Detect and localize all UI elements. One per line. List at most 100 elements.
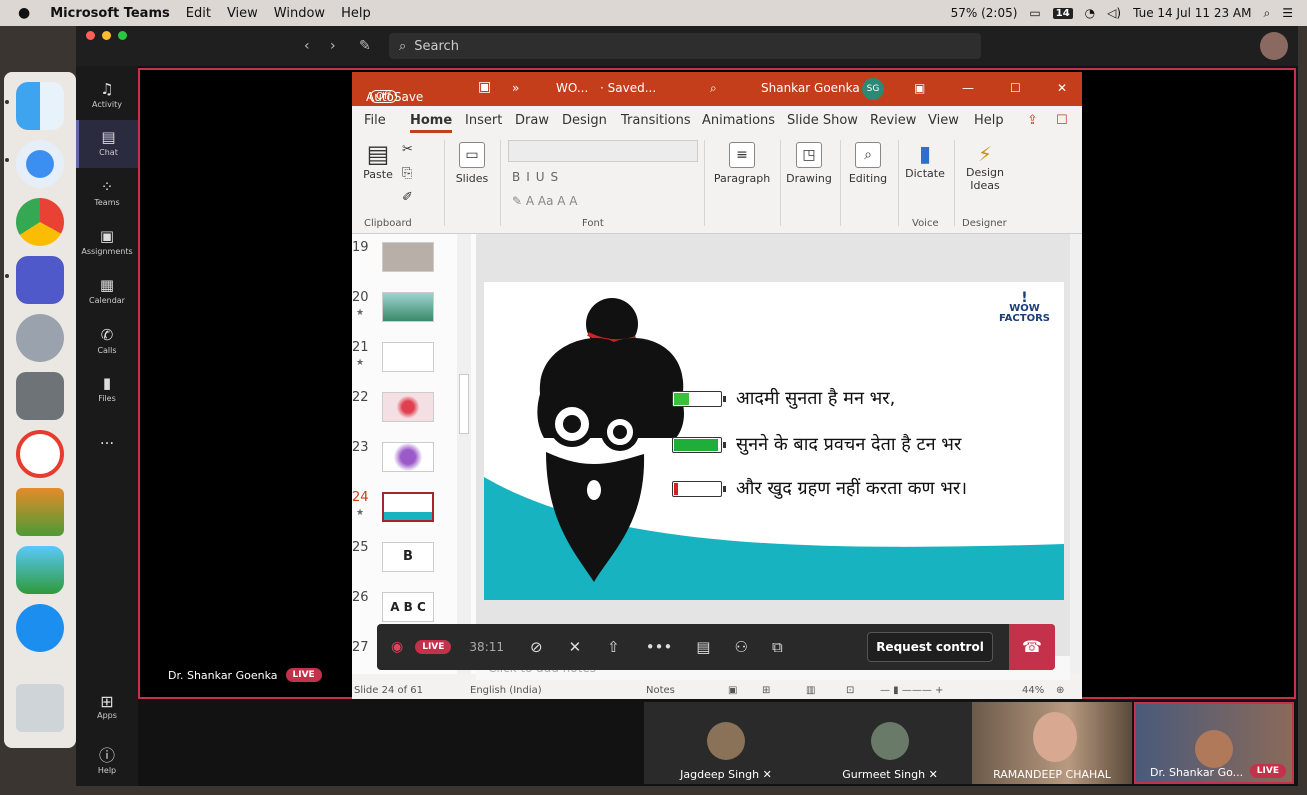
tab-draw[interactable]: Draw (515, 113, 549, 128)
ribbon-display-icon[interactable]: ▣ (914, 81, 925, 95)
tab-help[interactable]: Help (974, 113, 1004, 128)
hang-up-button[interactable]: ☎ (1009, 624, 1055, 670)
more-commands-icon[interactable]: » (512, 81, 519, 95)
participant-tile[interactable]: Jagdeep Singh ✕ (644, 702, 808, 784)
sorter-view-icon[interactable]: ⊞ (762, 685, 770, 696)
language[interactable]: English (India) (470, 685, 542, 696)
save-icon[interactable]: ▣ (478, 79, 491, 95)
spotlight-icon[interactable]: ⌕ (1264, 6, 1271, 21)
search-icon[interactable]: ⌕ (710, 81, 717, 96)
menu-window[interactable]: Window (274, 6, 325, 21)
compose-icon[interactable]: ✎ (359, 38, 371, 54)
copy-icon[interactable]: ⎘ (402, 166, 412, 181)
safari-icon[interactable] (16, 140, 64, 188)
slide-thumbnail[interactable] (382, 342, 434, 372)
comments-icon[interactable]: ☐ (1056, 113, 1068, 128)
rail-calendar[interactable]: ▦ Calendar (76, 268, 138, 316)
search-input[interactable]: ⌕ Search (389, 33, 981, 59)
zoom-slider[interactable]: — ▮ ——— + (880, 685, 943, 696)
slide-thumbnail[interactable] (382, 242, 434, 272)
rail-apps[interactable]: ⊞ Apps (76, 692, 138, 720)
tab-slide-show[interactable]: Slide Show (787, 113, 858, 128)
rail-assignments[interactable]: ▣ Assignments (76, 219, 138, 267)
tab-transitions[interactable]: Transitions (621, 113, 691, 128)
slide-thumbnail[interactable] (382, 292, 434, 322)
clock[interactable]: Tue 14 Jul 11 23 AM (1133, 6, 1251, 20)
slide-thumbnail[interactable] (382, 442, 434, 472)
chat-panel-icon[interactable]: ▤ (696, 638, 710, 656)
dictate-button[interactable]: ▮ Dictate (902, 142, 948, 180)
breakout-rooms-icon[interactable]: ⧉ (772, 638, 783, 656)
menu-app-name[interactable]: Microsoft Teams (50, 6, 170, 21)
battery-status[interactable]: 57% (2:05) (951, 6, 1018, 20)
zoom-window-button[interactable] (118, 31, 127, 40)
notes-button[interactable]: Notes (646, 685, 675, 696)
format-painter-icon[interactable]: ✐ (402, 190, 413, 205)
tab-animations[interactable]: Animations (702, 113, 775, 128)
rail-files[interactable]: ▮ Files (76, 366, 138, 414)
current-slide[interactable]: ! WOW FACTORS आदमी सुनता है मन भर, सुनने… (484, 282, 1064, 600)
minimize-window-button[interactable] (102, 31, 111, 40)
drawing-button[interactable]: ◳ Drawing (784, 142, 834, 185)
reading-view-icon[interactable]: ▥ (806, 685, 815, 696)
paragraph-button[interactable]: ≡ Paragraph (712, 142, 772, 185)
launchpad-icon[interactable] (16, 314, 64, 362)
rail-activity[interactable]: ♫ Activity (76, 72, 138, 120)
zoom-level[interactable]: 44% (1022, 685, 1044, 696)
volume-icon[interactable]: ◁) (1107, 6, 1121, 20)
apple-icon[interactable]: ● (18, 5, 30, 21)
slideshow-icon[interactable]: ⊡ (846, 685, 854, 696)
control-center-icon[interactable]: ☰ (1282, 6, 1293, 20)
system-preferences-icon[interactable] (16, 372, 64, 420)
fruit-app-icon[interactable] (16, 488, 64, 536)
participant-tile[interactable]: Gurmeet Singh ✕ (808, 702, 972, 784)
editing-button[interactable]: ⌕ Editing (844, 142, 892, 185)
share-tray-icon[interactable]: ⇧ (607, 638, 620, 656)
app-store-icon[interactable] (16, 604, 64, 652)
camera-off-icon[interactable]: ⊘ (530, 638, 543, 656)
rail-teams[interactable]: ⁘ Teams (76, 170, 138, 218)
font-name-dropdown[interactable] (508, 140, 698, 162)
share-icon[interactable]: ⇪ (1027, 113, 1038, 128)
slide-scrollbar[interactable] (1070, 234, 1082, 674)
slide-thumbnail[interactable]: B (382, 542, 434, 572)
rail-calls[interactable]: ✆ Calls (76, 318, 138, 366)
paste-button[interactable]: ▤ Paste (360, 140, 396, 181)
rail-chat[interactable]: ▤ Chat (76, 120, 138, 168)
fit-to-window-icon[interactable]: ⊕ (1056, 685, 1064, 696)
forward-arrow-icon[interactable]: › (330, 38, 336, 54)
tab-insert[interactable]: Insert (465, 113, 502, 128)
tab-review[interactable]: Review (870, 113, 916, 128)
font-style-buttons[interactable]: BIUS (512, 170, 564, 184)
thumbnail-scrollbar[interactable] (457, 234, 471, 674)
account-name[interactable]: Shankar Goenka (761, 81, 860, 95)
slide-thumbnail[interactable]: A B C (382, 592, 434, 622)
user-avatar[interactable] (1260, 32, 1288, 60)
chrome-icon[interactable] (16, 198, 64, 246)
participant-video-tile-presenter[interactable]: Dr. Shankar Go... LIVE (1134, 702, 1294, 784)
account-avatar[interactable]: SG (862, 78, 884, 100)
tab-design[interactable]: Design (562, 113, 607, 128)
slides-button[interactable]: ▭ Slides (452, 142, 492, 185)
file-name[interactable]: WO... (556, 81, 588, 95)
maximize-icon[interactable]: ☐ (1010, 81, 1021, 95)
calendar-badge[interactable]: 14 (1052, 7, 1073, 19)
finder-icon[interactable] (16, 82, 64, 130)
tab-view[interactable]: View (928, 113, 959, 128)
slide-thumbnail-selected[interactable] (382, 492, 434, 522)
wifi-icon[interactable]: ◔ (1085, 6, 1095, 20)
back-arrow-icon[interactable]: ‹ (304, 38, 310, 54)
menu-help[interactable]: Help (341, 6, 371, 21)
mic-off-icon[interactable]: ✕ (569, 638, 582, 656)
menu-edit[interactable]: Edit (186, 6, 211, 21)
acrobat-icon[interactable] (16, 430, 64, 478)
rail-more[interactable]: ... (76, 422, 138, 470)
teams-dock-icon[interactable] (16, 256, 64, 304)
participants-icon[interactable]: ⚇ (734, 638, 747, 656)
gator-app-icon[interactable] (16, 546, 64, 594)
scrollbar-thumb[interactable] (459, 374, 469, 434)
close-window-button[interactable] (86, 31, 95, 40)
close-icon[interactable]: ✕ (1057, 81, 1067, 95)
menu-view[interactable]: View (227, 6, 258, 21)
more-actions-icon[interactable]: ••• (646, 638, 673, 656)
